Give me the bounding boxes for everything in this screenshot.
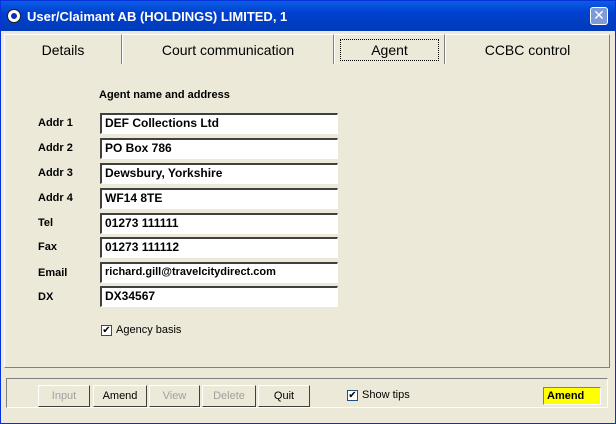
tab-details-label: Details (41, 42, 85, 58)
mode-indicator: Amend (543, 387, 601, 405)
addr1-label: Addr 1 (38, 117, 73, 129)
quit-button[interactable]: Quit (258, 385, 310, 407)
delete-button[interactable]: Delete (202, 385, 256, 407)
tab-strip: Details Court communication Agent CCBC c… (4, 34, 610, 64)
dx-label: DX (38, 291, 54, 303)
addr4-label: Addr 4 (38, 192, 73, 204)
tab-ccbc-control-label: CCBC control (484, 42, 571, 58)
show-tips-label: Show tips (362, 389, 410, 401)
app-icon (7, 9, 21, 23)
agency-basis-label: Agency basis (116, 324, 182, 336)
addr3-field[interactable]: Dewsbury, Yorkshire (100, 163, 338, 184)
addr1-field[interactable]: DEF Collections Ltd (100, 113, 338, 134)
fax-label: Fax (38, 241, 57, 253)
addr2-label: Addr 2 (38, 142, 73, 154)
close-button[interactable]: ✕ (590, 7, 608, 25)
addr3-label: Addr 3 (38, 167, 73, 179)
section-title: Agent name and address (99, 89, 230, 101)
view-button[interactable]: View (149, 385, 200, 407)
tab-agent[interactable]: Agent (334, 34, 445, 64)
tab-details[interactable]: Details (4, 34, 122, 64)
email-label: Email (38, 267, 68, 279)
amend-button[interactable]: Amend (93, 385, 147, 407)
window-title: User/Claimant AB (HOLDINGS) LIMITED, 1 (27, 9, 288, 24)
dx-field[interactable]: DX34567 (100, 286, 338, 307)
show-tips-checkbox[interactable]: ✔ (347, 390, 358, 401)
email-field[interactable]: richard.gill@travelcitydirect.com (100, 262, 338, 283)
tab-court-communication-label: Court communication (161, 42, 295, 58)
tab-ccbc-control[interactable]: CCBC control (445, 34, 610, 64)
addr4-field[interactable]: WF14 8TE (100, 188, 338, 209)
tel-field[interactable]: 01273 111111 (100, 213, 338, 234)
addr2-field[interactable]: PO Box 786 (100, 138, 338, 159)
title-bar[interactable]: User/Claimant AB (HOLDINGS) LIMITED, 1 ✕ (1, 1, 615, 31)
tab-agent-label: Agent (340, 39, 439, 61)
agency-basis-checkbox[interactable]: ✔ (101, 325, 112, 336)
fax-field[interactable]: 01273 111112 (100, 237, 338, 258)
tab-court-communication[interactable]: Court communication (122, 34, 334, 64)
input-button[interactable]: Input (38, 385, 90, 407)
tel-label: Tel (38, 217, 54, 229)
